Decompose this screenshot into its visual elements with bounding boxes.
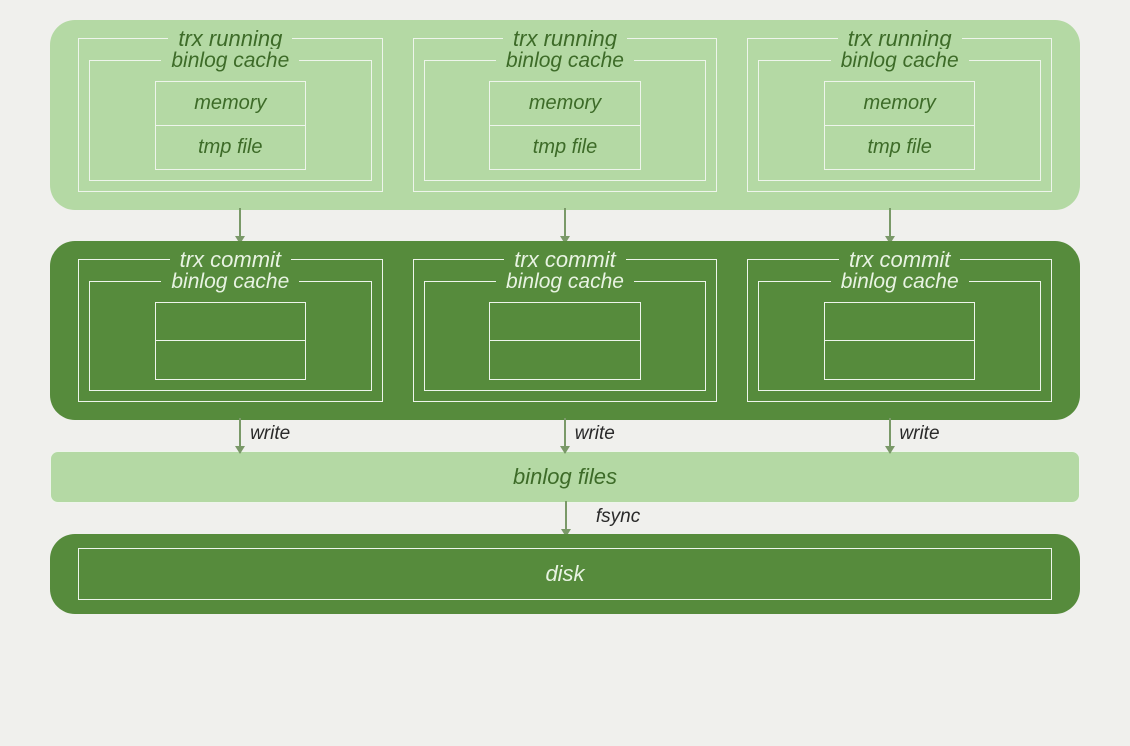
trx-commit-row: trx commit binlog cache trx commit binlo… (78, 259, 1052, 402)
trx-running-block: trx running binlog cache memory tmp file (78, 38, 383, 192)
binlog-cache-label: binlog cache (496, 270, 634, 294)
arrow-container (403, 208, 728, 243)
binlog-files-bar: binlog files (50, 451, 1080, 503)
memory-cell: memory (490, 82, 640, 126)
write-label: write (899, 423, 939, 445)
arrow-container (78, 208, 403, 243)
cache-cells-empty (155, 302, 307, 380)
binlog-cache-label: binlog cache (831, 49, 969, 73)
arrow-icon (239, 418, 241, 453)
arrow-icon (565, 501, 567, 536)
tmpfile-cell: tmp file (825, 126, 975, 169)
arrow-icon (889, 418, 891, 453)
binlog-files-label: binlog files (513, 464, 617, 489)
binlog-cache-label: binlog cache (496, 49, 634, 73)
trx-running-block: trx running binlog cache memory tmp file (747, 38, 1052, 192)
tmpfile-cell: tmp file (156, 126, 306, 169)
disk-label: disk (545, 561, 584, 586)
arrows-commit-to-binlogfiles: write write write (78, 418, 1052, 453)
arrows-running-to-commit (78, 208, 1052, 243)
empty-cell (156, 341, 306, 379)
empty-cell (825, 303, 975, 341)
tmpfile-cell: tmp file (490, 126, 640, 169)
binlog-cache-box: binlog cache (89, 281, 372, 391)
empty-cell (156, 303, 306, 341)
empty-cell (825, 341, 975, 379)
trx-running-block: trx running binlog cache memory tmp file (413, 38, 718, 192)
trx-commit-block: trx commit binlog cache (747, 259, 1052, 402)
empty-cell (490, 303, 640, 341)
memory-cell: memory (156, 82, 306, 126)
arrow-icon (564, 208, 566, 243)
binlog-cache-box: binlog cache (424, 281, 707, 391)
arrow-binlog-to-disk: fsync (50, 501, 1080, 536)
cache-cells-empty (824, 302, 976, 380)
memory-cell: memory (825, 82, 975, 126)
empty-cell (490, 341, 640, 379)
arrow-icon (889, 208, 891, 243)
write-label: write (575, 423, 615, 445)
arrow-container: write (403, 418, 728, 453)
fsync-label: fsync (596, 506, 640, 528)
arrow-container: write (78, 418, 403, 453)
trx-running-row: trx running binlog cache memory tmp file… (78, 38, 1052, 192)
stage-trx-commit: trx commit binlog cache trx commit binlo… (50, 241, 1080, 420)
arrow-icon (239, 208, 241, 243)
binlog-cache-label: binlog cache (831, 270, 969, 294)
write-label: write (250, 423, 290, 445)
arrow-icon (564, 418, 566, 453)
arrow-container: write (727, 418, 1052, 453)
arrow-container (727, 208, 1052, 243)
trx-commit-block: trx commit binlog cache (413, 259, 718, 402)
stage-trx-running: trx running binlog cache memory tmp file… (50, 20, 1080, 210)
cache-cells: memory tmp file (824, 81, 976, 170)
binlog-cache-label: binlog cache (161, 49, 299, 73)
cache-cells: memory tmp file (155, 81, 307, 170)
binlog-cache-label: binlog cache (161, 270, 299, 294)
binlog-cache-box: binlog cache memory tmp file (89, 60, 372, 181)
cache-cells-empty (489, 302, 641, 380)
binlog-cache-box: binlog cache (758, 281, 1041, 391)
binlog-cache-box: binlog cache memory tmp file (758, 60, 1041, 181)
disk-bar: disk (78, 548, 1052, 600)
binlog-cache-box: binlog cache memory tmp file (424, 60, 707, 181)
cache-cells: memory tmp file (489, 81, 641, 170)
trx-commit-block: trx commit binlog cache (78, 259, 383, 402)
stage-disk: disk (50, 534, 1080, 614)
